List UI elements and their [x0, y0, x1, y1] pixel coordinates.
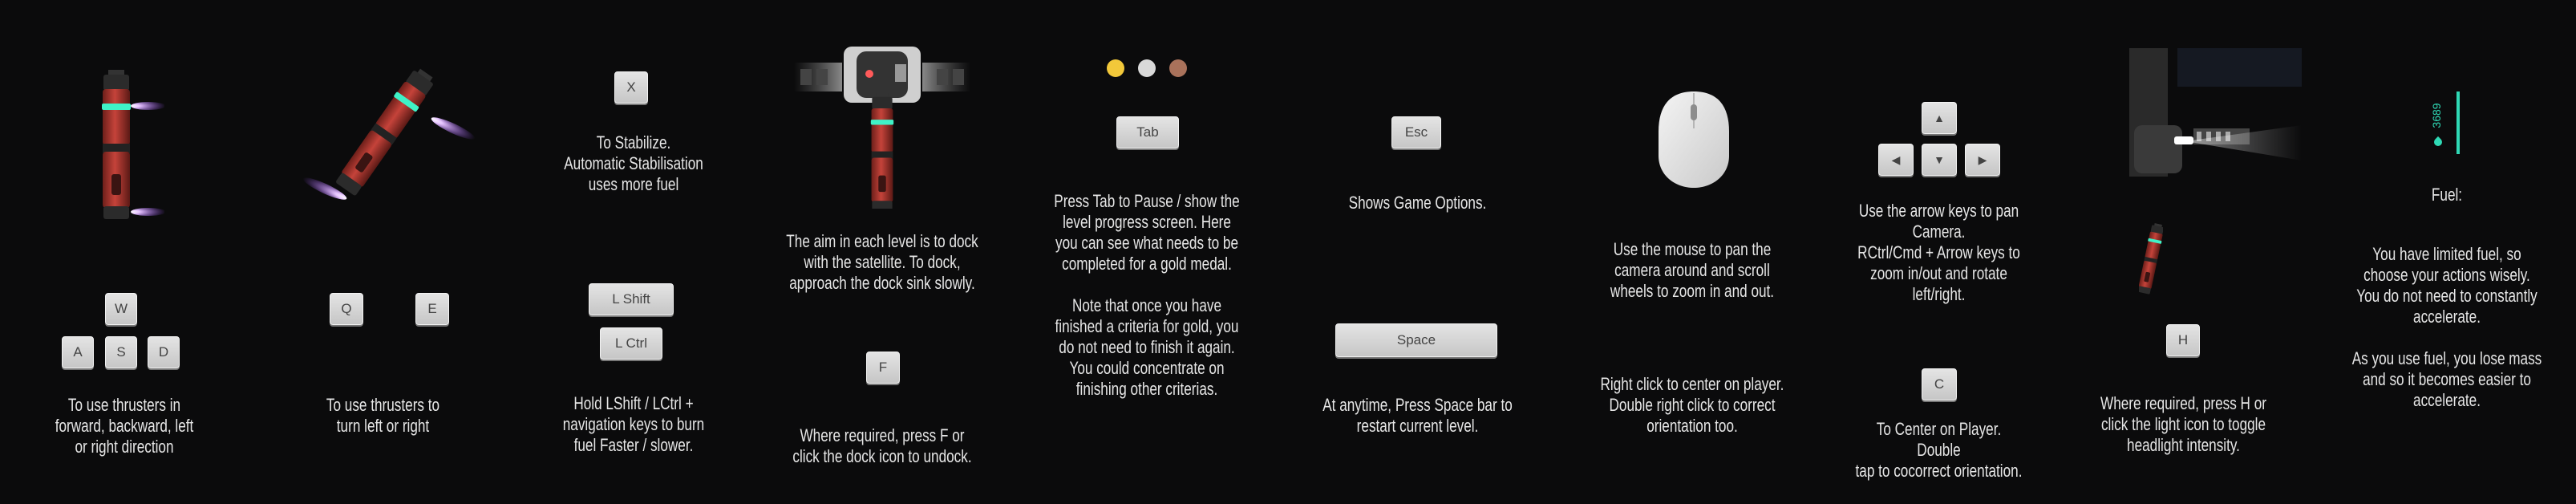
key-f[interactable]: F — [866, 352, 900, 384]
satellite-dock-icon — [794, 47, 970, 209]
fuel-drop-icon — [2432, 136, 2444, 148]
key-a[interactable]: A — [62, 336, 94, 368]
stabilize-description: To Stabilize. Automatic Stabilisation us… — [564, 132, 703, 194]
fuel-gauge: 3689 — [2426, 88, 2474, 161]
qe-description: To use thrusters to turn left or right — [326, 395, 440, 436]
fuel-gauge-value: 3689 — [2430, 103, 2443, 128]
fuel-bar — [2457, 91, 2460, 154]
panel-qe: Q E To use thrusters to turn left or rig… — [249, 0, 517, 504]
mouse-pan-description: Use the mouse to pan the camera around a… — [1610, 239, 1775, 301]
options-description: Shows Game Options. — [1348, 193, 1487, 213]
undock-description: Where required, press F or click the doc… — [792, 425, 972, 466]
panel-stabilize: X To Stabilize. Automatic Stabilisation … — [517, 0, 750, 504]
key-h[interactable]: H — [2166, 324, 2200, 356]
key-arrow-up[interactable]: ▲ — [1922, 102, 1957, 134]
key-lctrl[interactable]: L Ctrl — [600, 327, 662, 360]
center-player-description: To Center on Player. Double tap to cocor… — [1855, 419, 2023, 481]
dock-description: The aim in each level is to dock with th… — [786, 231, 978, 293]
fuel-title: Fuel: — [2431, 185, 2463, 205]
key-space[interactable]: Space — [1335, 323, 1497, 357]
key-esc[interactable]: Esc — [1391, 116, 1441, 148]
key-arrow-right[interactable]: ▶ — [1965, 144, 2000, 176]
headlight-scene-icon — [2129, 48, 2302, 177]
panel-wasd: W A S D To use thrusters in forward, bac… — [0, 0, 249, 504]
key-w[interactable]: W — [105, 293, 137, 325]
panel-options: Esc Shows Game Options. Space At anytime… — [1279, 0, 1556, 504]
stabilize-burn-description: Hold LShift / LCtrl + navigation keys to… — [562, 393, 705, 455]
key-lshift[interactable]: L Shift — [589, 283, 674, 315]
silver-medal-icon — [1138, 59, 1156, 77]
pause-description: Press Tab to Pause / show the level prog… — [1054, 191, 1240, 399]
key-s[interactable]: S — [105, 336, 137, 368]
ship-rotating-icon — [302, 65, 476, 200]
fuel-description: You have limited fuel, so choose your ac… — [2351, 244, 2542, 410]
camera-description: Use the arrow keys to pan Camera. RCtrl/… — [1857, 201, 2020, 304]
panel-pause: Tab Press Tab to Pause / show the level … — [1015, 0, 1279, 504]
panel-mouse: Use the mouse to pan the camera around a… — [1556, 0, 1829, 504]
key-e[interactable]: E — [415, 293, 449, 325]
wasd-description: To use thrusters in forward, backward, l… — [55, 395, 194, 457]
panel-camera: ▲ ◀ ▼ ▶ Use the arrow keys to pan Camera… — [1829, 0, 2049, 504]
headlight-description: Where required, press H or click the lig… — [2100, 393, 2266, 455]
key-arrow-down[interactable]: ▼ — [1922, 144, 1957, 176]
ship-icon — [102, 70, 164, 219]
bronze-medal-icon — [1169, 59, 1187, 77]
mouse-center-description: Right click to center on player. Double … — [1600, 374, 1784, 436]
panel-headlight: H Where required, press H or click the l… — [2049, 0, 2318, 504]
small-ship-icon — [2139, 223, 2163, 295]
key-q[interactable]: Q — [330, 293, 363, 325]
key-c[interactable]: C — [1922, 368, 1957, 400]
panel-dock: The aim in each level is to dock with th… — [750, 0, 1015, 504]
restart-description: At anytime, Press Space bar to restart c… — [1322, 395, 1513, 436]
mouse-icon — [1659, 91, 1729, 188]
key-d[interactable]: D — [148, 336, 180, 368]
key-arrow-left[interactable]: ◀ — [1878, 144, 1914, 176]
gold-medal-icon — [1107, 59, 1124, 77]
key-x[interactable]: X — [614, 71, 648, 104]
key-tab[interactable]: Tab — [1116, 116, 1179, 148]
panel-fuel: 3689 Fuel: You have limited fuel, so cho… — [2318, 0, 2576, 504]
